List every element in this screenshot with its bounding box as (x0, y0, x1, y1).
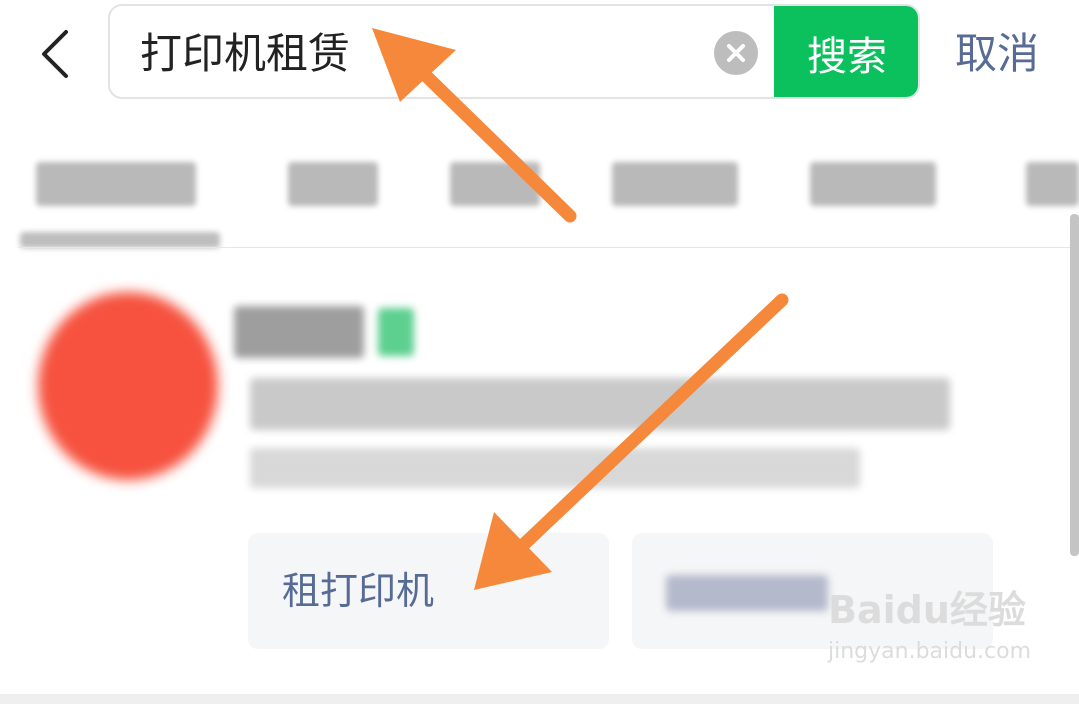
search-button[interactable]: 搜索 (774, 6, 918, 97)
verified-badge (378, 308, 414, 356)
suggestion-label (666, 575, 828, 611)
suggestion-chip[interactable]: 租打印机 (248, 533, 609, 649)
filter-tab[interactable] (810, 162, 936, 206)
search-box[interactable]: 打印机租赁 搜索 (108, 4, 920, 99)
result-description (250, 378, 950, 430)
watermark-url: jingyan.baidu.com (828, 639, 1032, 664)
filter-tab[interactable] (612, 162, 738, 206)
cancel-button[interactable]: 取消 (955, 26, 1039, 82)
clear-icon (727, 44, 745, 62)
watermark: Baidu经验 jingyan.baidu.com (828, 590, 1031, 664)
bottom-bar (0, 694, 1079, 704)
result-title (234, 306, 364, 358)
suggestion-label: 租打印机 (282, 569, 435, 613)
filter-tab[interactable] (450, 162, 540, 206)
divider (18, 247, 1079, 248)
filter-tab[interactable] (36, 162, 196, 206)
back-button[interactable] (30, 26, 80, 82)
watermark-brand: Baidu经验 (828, 588, 1026, 632)
filter-tab[interactable] (1026, 162, 1079, 206)
avatar (38, 292, 218, 480)
clear-button[interactable] (714, 31, 758, 75)
back-arrow-icon (42, 30, 68, 78)
section-header (20, 232, 220, 248)
scrollbar[interactable] (1070, 214, 1079, 556)
filter-tab[interactable] (288, 162, 378, 206)
search-input[interactable]: 打印机租赁 (140, 6, 350, 97)
result-description (250, 448, 860, 488)
